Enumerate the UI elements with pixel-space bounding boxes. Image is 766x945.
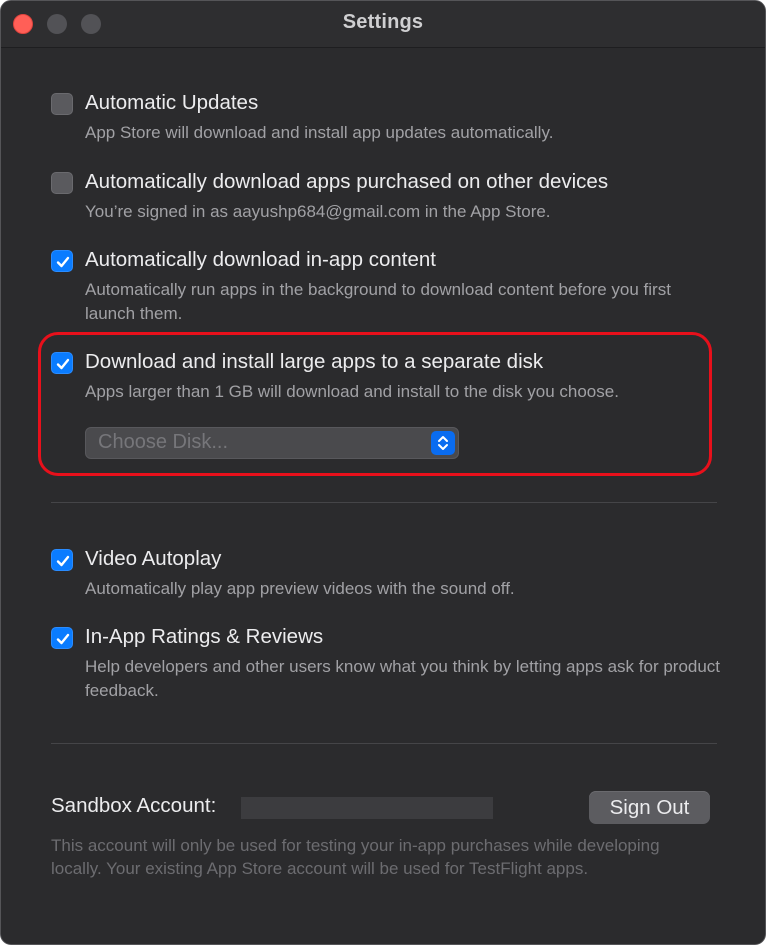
option-label: In-App Ratings & Reviews (85, 625, 324, 648)
option-label: Video Autoplay (85, 547, 222, 570)
ratings-reviews-checkbox[interactable] (51, 627, 73, 649)
section-divider (51, 743, 717, 744)
sign-out-button[interactable]: Sign Out (589, 791, 710, 824)
download-purchased-apps-checkbox[interactable] (51, 172, 73, 194)
highlight-annotation (38, 332, 712, 476)
sandbox-account-label: Sandbox Account: (51, 794, 217, 817)
option-description: Automatically play app preview videos wi… (85, 579, 515, 598)
settings-window: Settings Automatic Updates App Store wil… (0, 0, 766, 945)
checkmark-icon (56, 256, 70, 268)
sandbox-account-redacted (241, 797, 493, 819)
option-description: Automatically run apps in the background… (85, 280, 671, 323)
sandbox-footnote: This account will only be used for testi… (51, 836, 660, 878)
automatic-updates-checkbox[interactable] (51, 93, 73, 115)
checkmark-icon (56, 633, 70, 645)
option-label: Automatic Updates (85, 91, 259, 114)
option-label: Automatically download apps purchased on… (85, 170, 609, 193)
section-divider (51, 502, 717, 503)
in-app-content-checkbox[interactable] (51, 250, 73, 272)
option-description: You’re signed in as aayushp684@gmail.com… (85, 202, 551, 221)
option-description: App Store will download and install app … (85, 123, 554, 142)
video-autoplay-checkbox[interactable] (51, 549, 73, 571)
checkmark-icon (56, 555, 70, 567)
window-title: Settings (342, 11, 424, 33)
title-bar: Settings (1, 1, 765, 48)
option-description: Help developers and other users know wha… (85, 657, 721, 700)
option-label: Automatically download in-app content (85, 248, 436, 271)
